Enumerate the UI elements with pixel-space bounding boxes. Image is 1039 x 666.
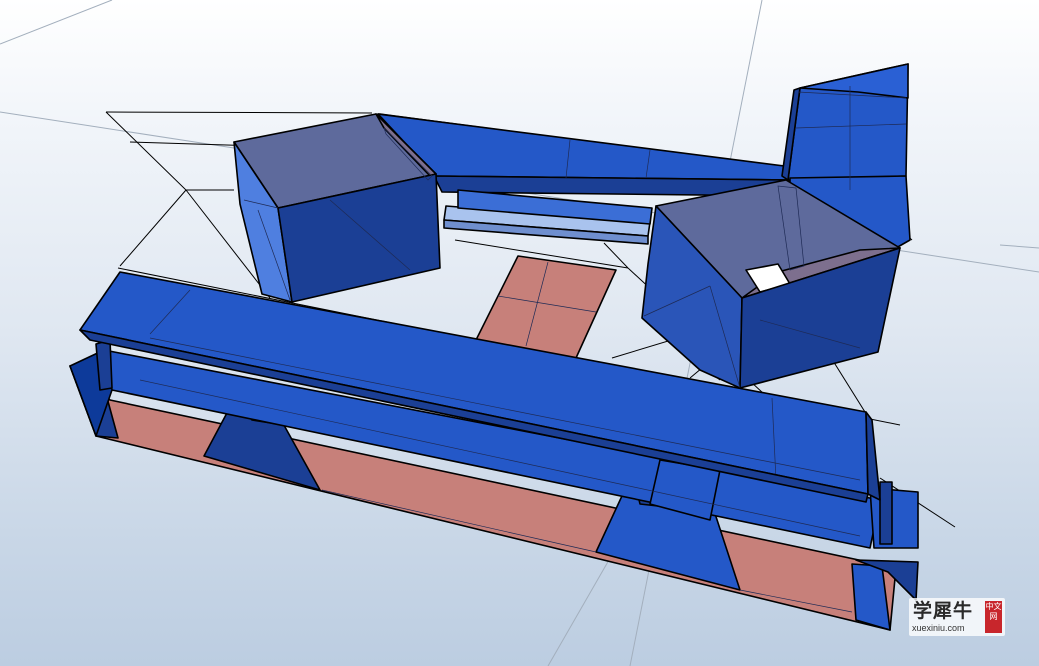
- watermark-logo: 学犀牛 xuexiniu.com 中文网: [909, 598, 1005, 636]
- watermark-brand: 学犀牛: [913, 600, 974, 622]
- 3d-viewport[interactable]: [0, 0, 1039, 666]
- viewport-canvas[interactable]: [0, 0, 1039, 666]
- back-bar-glazing: [443, 189, 653, 245]
- watermark-badge: 中文网: [985, 601, 1002, 633]
- watermark-url: xuexiniu.com: [912, 623, 965, 633]
